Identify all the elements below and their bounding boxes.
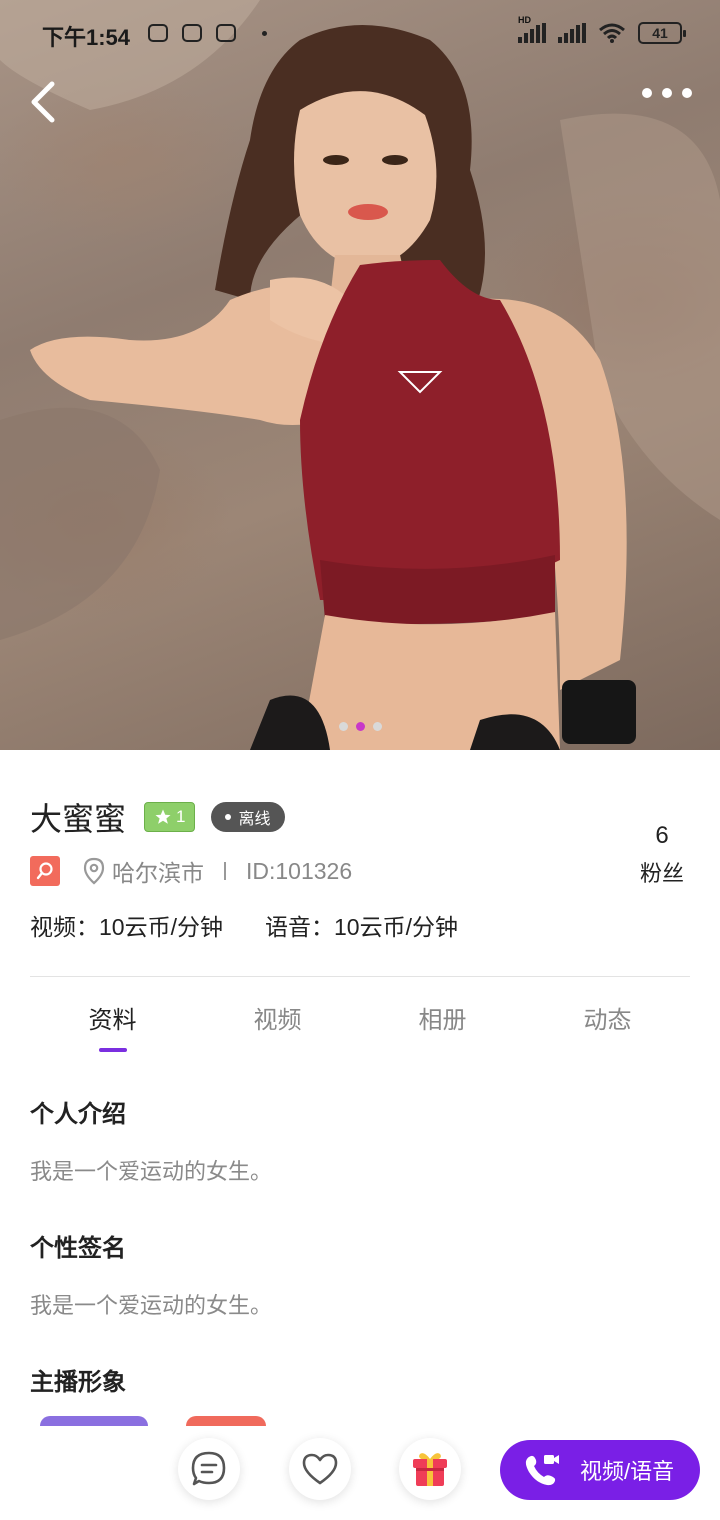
chat-bubble-icon	[191, 1451, 226, 1486]
tab-videos[interactable]: 视频	[195, 1000, 360, 1056]
more-options-icon[interactable]	[642, 88, 692, 98]
back-arrow-icon[interactable]	[22, 76, 72, 126]
wifi-icon	[599, 23, 625, 43]
level-number: 1	[176, 807, 186, 826]
hd-label: HD	[518, 15, 531, 25]
fans-counter[interactable]: 6 粉丝	[640, 822, 684, 888]
call-button-label: 视频/语音	[580, 1459, 675, 1484]
location-pin-icon	[83, 857, 105, 885]
cell-signal-icon	[558, 23, 586, 43]
profile-photo-carousel[interactable]: 下午1:54 HD 41	[0, 0, 720, 750]
status-time: 下午1:54	[42, 25, 131, 50]
city-label: 哈尔滨市	[112, 860, 204, 886]
profile-tabs: 资料 视频 相册 动态	[30, 1000, 690, 1056]
pager-dot[interactable]	[338, 722, 348, 731]
pager-dot-active[interactable]	[355, 722, 365, 731]
search-icon[interactable]	[30, 856, 60, 886]
video-voice-call-button[interactable]: 视频/语音	[500, 1440, 700, 1500]
cell-signal-icon	[518, 23, 546, 43]
carousel-pager	[0, 722, 720, 731]
signature-title: 个性签名	[30, 1235, 126, 1262]
signature-text: 我是一个爱运动的女生。	[30, 1293, 273, 1318]
gift-icon	[413, 1453, 447, 1486]
star-icon	[155, 809, 171, 824]
tab-moments[interactable]: 动态	[525, 1000, 690, 1056]
user-id: ID:101326	[246, 857, 353, 884]
profile-photo	[0, 0, 720, 750]
status-notification-icons	[148, 24, 236, 42]
tab-album[interactable]: 相册	[360, 1000, 525, 1056]
notification-app-icon	[216, 24, 236, 42]
tab-profile-info[interactable]: 资料	[30, 1000, 195, 1056]
message-button[interactable]	[178, 1438, 240, 1500]
notification-app-icon	[148, 24, 168, 42]
divider	[30, 976, 690, 977]
divider	[224, 862, 226, 880]
status-bar: 下午1:54 HD 41	[0, 0, 720, 70]
intro-text: 我是一个爱运动的女生。	[30, 1159, 273, 1184]
bottom-action-bar: 视频/语音	[0, 1420, 720, 1520]
level-badge: 1	[144, 802, 196, 832]
fans-label: 粉丝	[639, 861, 684, 886]
price-row: 视频：10云币/分钟 语音：10云币/分钟	[30, 908, 458, 942]
status-badge: 离线	[211, 802, 285, 832]
heart-icon	[302, 1453, 338, 1485]
voice-price: 语音：10云币/分钟	[264, 914, 458, 940]
fans-count: 6	[655, 822, 669, 849]
video-price: 视频：10云币/分钟	[30, 914, 223, 940]
notification-app-icon	[182, 24, 202, 42]
intro-title: 个人介绍	[30, 1101, 126, 1128]
image-title: 主播形象	[30, 1369, 126, 1396]
video-call-icon	[525, 1455, 559, 1486]
notification-more-dot	[262, 31, 267, 36]
profile-name: 大蜜蜜	[30, 801, 127, 837]
info-row: 哈尔滨市 ID:101326	[30, 854, 352, 888]
battery-icon: 41	[638, 22, 686, 44]
status-indicators: HD 41	[518, 15, 686, 44]
pager-dot[interactable]	[372, 722, 382, 731]
gift-button[interactable]	[399, 1438, 461, 1500]
follow-button[interactable]	[289, 1438, 351, 1500]
name-row: 大蜜蜜 1 离线	[30, 794, 285, 840]
